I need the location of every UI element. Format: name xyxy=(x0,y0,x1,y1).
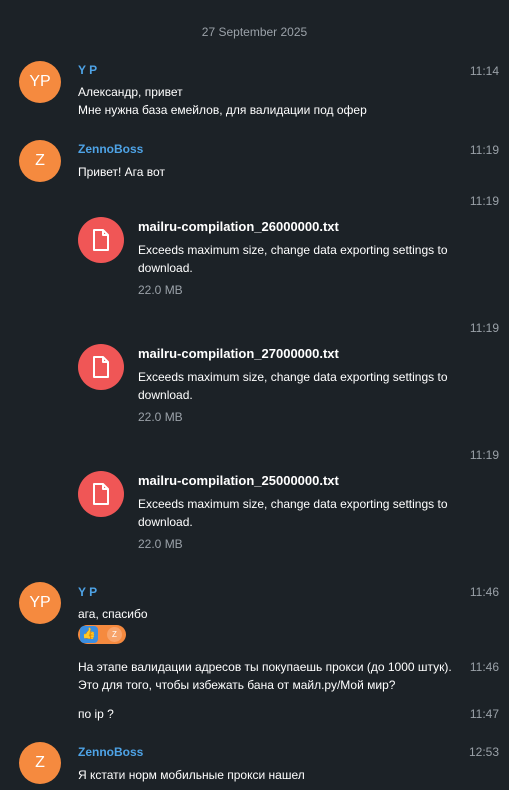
file-size: 22.0 MB xyxy=(138,537,183,551)
thumbs-up-icon: 👍 xyxy=(80,626,98,643)
file-icon[interactable] xyxy=(78,344,124,390)
author-name[interactable]: Y P xyxy=(78,585,97,599)
message-time: 11:19 xyxy=(469,194,499,208)
author-name[interactable]: ZennoBoss xyxy=(78,142,143,156)
file-name[interactable]: mailru-compilation_27000000.txt xyxy=(138,346,339,361)
file-description: Exceeds maximum size, change data export… xyxy=(138,497,448,529)
avatar[interactable]: YP xyxy=(19,582,61,624)
file-icon[interactable] xyxy=(78,217,124,263)
message-text: по ip ? xyxy=(78,707,114,721)
message-time: 11:19 xyxy=(469,448,499,462)
message-time: 11:19 xyxy=(469,143,499,157)
message-time: 11:14 xyxy=(469,64,499,78)
avatar[interactable]: Z xyxy=(19,742,61,784)
file-size: 22.0 MB xyxy=(138,410,183,424)
file-attachment[interactable]: mailru-compilation_25000000.txt Exceeds … xyxy=(78,471,478,561)
message-time: 11:19 xyxy=(469,321,499,335)
author-name[interactable]: Y P xyxy=(78,63,97,77)
file-name[interactable]: mailru-compilation_26000000.txt xyxy=(138,219,339,234)
message-text: Я кстати норм мобильные прокси нашел xyxy=(78,768,305,782)
message-text: Привет! Ага вот xyxy=(78,165,165,179)
file-icon[interactable] xyxy=(78,471,124,517)
file-description: Exceeds maximum size, change data export… xyxy=(138,370,448,402)
message-time: 11:46 xyxy=(469,660,499,674)
reaction[interactable]: 👍 Z xyxy=(78,625,126,644)
file-attachment[interactable]: mailru-compilation_26000000.txt Exceeds … xyxy=(78,217,478,307)
file-size: 22.0 MB xyxy=(138,283,183,297)
message-time: 12:53 xyxy=(468,745,499,759)
file-attachment[interactable]: mailru-compilation_27000000.txt Exceeds … xyxy=(78,344,478,434)
message-time: 11:46 xyxy=(469,585,499,599)
file-name[interactable]: mailru-compilation_25000000.txt xyxy=(138,473,339,488)
message-text: Александр, привет Мне нужна база емейлов… xyxy=(78,85,367,117)
author-name[interactable]: ZennoBoss xyxy=(78,745,143,759)
message-text: ага, спасибо xyxy=(78,607,148,621)
avatar[interactable]: YP xyxy=(19,61,61,103)
date-separator: 27 September 2025 xyxy=(201,25,308,39)
chat-history: 27 September 2025 YP Y P 11:14 Александр… xyxy=(0,0,509,790)
message-time: 11:47 xyxy=(469,707,499,721)
reaction-avatar: Z xyxy=(107,627,122,642)
avatar[interactable]: Z xyxy=(19,140,61,182)
message-text: На этапе валидации адресов ты покупаешь … xyxy=(78,660,452,692)
file-description: Exceeds maximum size, change data export… xyxy=(138,243,448,275)
